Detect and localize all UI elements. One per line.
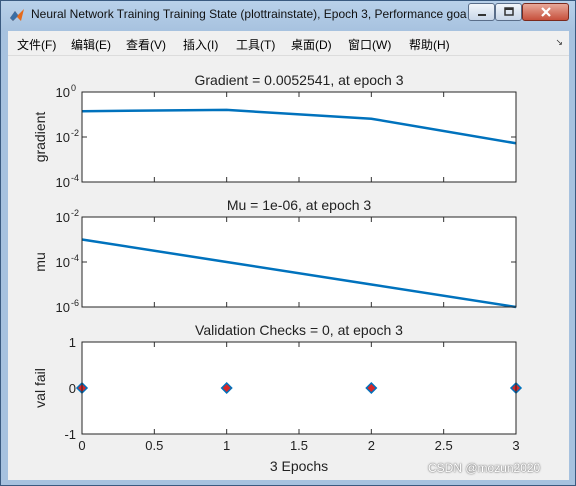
minimize-button[interactable] [468,3,495,21]
x-tick-label: 2 [368,438,375,453]
title-bar[interactable]: Neural Network Training Training State (… [1,1,575,29]
y-tick-exponent: -4 [71,173,79,183]
y-tick-label: 10 [56,300,70,315]
y-axis-label: val fail [32,368,48,408]
menu-help[interactable]: 帮助(H) [409,36,450,53]
y-tick-exponent: 0 [71,83,76,93]
y-tick-label: -1 [64,427,76,442]
y-axis-label: mu [32,252,48,271]
x-tick-label: 1 [223,438,230,453]
plot-area: Gradient = 0.0052541, at epoch 3 gradient… [32,72,523,474]
y-tick-label: 10 [56,175,70,190]
y-tick-label: 10 [56,210,70,225]
y-tick-exponent: -6 [71,298,79,308]
menu-bar: 文件(F) 编辑(E) 查看(V) 插入(I) 工具(T) 桌面(D) 窗口(W… [8,31,569,56]
menu-file[interactable]: 文件(F) [17,36,56,53]
menu-desktop[interactable]: 桌面(D) [291,36,332,53]
close-button[interactable] [522,3,569,21]
x-tick-label: 1.5 [290,438,308,453]
close-icon [540,7,551,17]
x-tick-label: 0.5 [145,438,163,453]
axes-2 [82,217,516,307]
watermark: CSDN @mozun2020 [428,461,541,475]
figure-window: Neural Network Training Training State (… [0,0,576,486]
y-tick-label: 1 [69,335,76,350]
axes-1 [82,92,516,182]
y-tick-exponent: -4 [71,253,79,263]
axes-title: Gradient = 0.0052541, at epoch 3 [195,72,404,88]
x-tick-label: 0 [78,438,85,453]
x-tick-label: 2.5 [435,438,453,453]
maximize-icon [503,7,514,16]
axes-title: Validation Checks = 0, at epoch 3 [195,322,403,338]
menu-view[interactable]: 查看(V) [126,36,166,53]
menu-tools[interactable]: 工具(T) [236,36,275,53]
y-tick-exponent: -2 [71,128,79,138]
y-tick-label: 10 [56,85,70,100]
figure-canvas: Gradient = 0.0052541, at epoch 3 gradient… [8,56,569,480]
axes-3 [82,342,516,434]
minimize-icon [477,14,486,16]
x-tick-label: 3 [512,438,519,453]
x-axis-label: 3 Epochs [270,458,328,474]
matlab-app-icon [10,9,24,21]
dock-arrow-icon[interactable]: ↘ [555,38,563,48]
menu-insert[interactable]: 插入(I) [183,36,218,53]
maximize-button[interactable] [495,3,522,21]
y-tick-exponent: -2 [71,208,79,218]
menu-edit[interactable]: 编辑(E) [71,36,111,53]
y-tick-label: 0 [69,381,76,396]
y-tick-label: 10 [56,255,70,270]
axes-title: Mu = 1e-06, at epoch 3 [227,197,372,213]
window-title: Neural Network Training Training State (… [31,7,467,21]
menu-window[interactable]: 窗口(W) [348,36,391,53]
y-tick-label: 10 [56,130,70,145]
y-axis-label: gradient [32,112,48,163]
